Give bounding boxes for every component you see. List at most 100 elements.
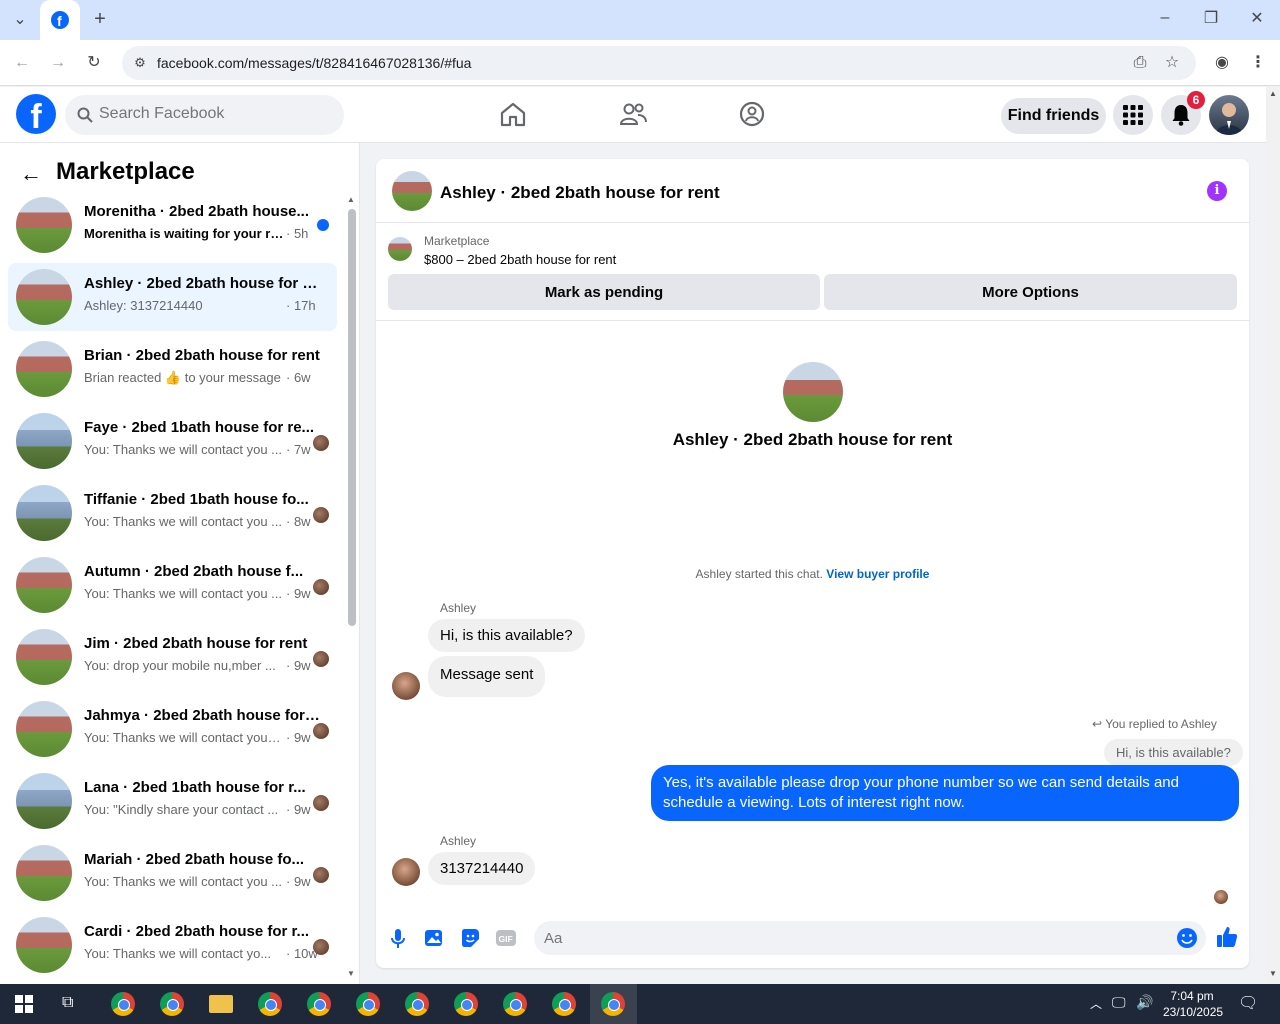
chrome-taskbar-icon[interactable] <box>601 992 625 1016</box>
conversation-item[interactable]: Autumn · 2bed 2bath house f... You: Thank… <box>8 551 337 619</box>
install-app-icon[interactable]: ⎙ <box>1130 53 1150 73</box>
facebook-logo-icon[interactable]: f <box>16 94 56 136</box>
conversation-item[interactable]: Brian · 2bed 2bath house for rent Brian r… <box>8 335 337 403</box>
chrome-taskbar-icon[interactable] <box>111 992 135 1016</box>
conversation-time: · 9w <box>286 802 311 817</box>
photo-icon[interactable] <box>423 927 445 949</box>
listing-small-thumbnail[interactable] <box>388 237 412 261</box>
chrome-taskbar-icon[interactable] <box>307 992 331 1016</box>
conversation-title: Ashley · 2bed 2bath house for re... <box>84 275 320 292</box>
conversation-preview: You: drop your mobile nu,mber ... <box>84 658 276 673</box>
conversation-item[interactable]: Faye · 2bed 1bath house for re... You: Th… <box>8 407 337 475</box>
windows-start-icon[interactable] <box>15 995 33 1013</box>
started-text: Ashley started this chat. <box>695 567 823 581</box>
emoji-icon[interactable] <box>1176 927 1198 949</box>
microphone-icon[interactable] <box>387 927 409 949</box>
address-bar[interactable]: ⚙ facebook.com/messages/t/82841646702813… <box>122 46 1196 80</box>
bookmark-star-icon[interactable]: ☆ <box>1162 53 1182 73</box>
chrome-taskbar-icon[interactable] <box>454 992 478 1016</box>
site-info-icon[interactable]: ⚙ <box>130 53 150 73</box>
chrome-taskbar-icon[interactable] <box>552 992 576 1016</box>
listing-thumbnail <box>16 773 72 829</box>
conversation-time: · 9w <box>286 658 311 673</box>
conversation-preview: Ashley: 3137214440 <box>84 298 203 313</box>
window-minimize-icon[interactable]: – <box>1155 8 1175 28</box>
incoming-message[interactable]: 3137214440 <box>428 852 536 885</box>
back-arrow-icon[interactable]: ← <box>20 161 42 187</box>
sender-avatar[interactable] <box>392 672 420 700</box>
window-restore-icon[interactable]: ❐ <box>1201 9 1221 29</box>
forward-arrow-icon[interactable]: → <box>48 53 68 73</box>
profile-icon[interactable]: ◉ <box>1211 53 1233 73</box>
friends-icon[interactable] <box>618 99 648 129</box>
reload-icon[interactable]: ↻ <box>84 53 104 73</box>
clock[interactable]: 7:04 pm 23/10/2025 <box>1163 988 1223 1020</box>
url-text: facebook.com/messages/t/828416467028136/… <box>157 55 472 71</box>
conversation-item[interactable]: Jim · 2bed 2bath house for rent You: drop… <box>8 623 337 691</box>
conversation-item[interactable]: Mariah · 2bed 2bath house fo... You: Than… <box>8 839 337 907</box>
gif-icon[interactable]: GIF <box>495 927 517 949</box>
notification-center-icon[interactable]: 🗨 <box>1238 993 1258 1013</box>
conversation-item[interactable]: Ashley · 2bed 2bath house for re... Ashle… <box>8 263 337 331</box>
listing-thumbnail <box>16 917 72 973</box>
conversation-preview: You: Thanks we will contact you so... <box>84 730 284 745</box>
more-options-button[interactable]: More Options <box>824 274 1237 310</box>
conversation-time: · 17h <box>286 298 316 313</box>
find-friends-button[interactable]: Find friends <box>1001 98 1106 134</box>
unread-dot-icon <box>317 219 329 231</box>
conversation-time: · 6w <box>286 370 311 385</box>
outgoing-message[interactable]: Yes, it's available please drop your pho… <box>651 765 1239 821</box>
conversation-item[interactable]: Tiffanie · 2bed 1bath house fo... You: Th… <box>8 479 337 547</box>
conversation-list-scrollbar[interactable] <box>348 209 356 626</box>
sender-avatar[interactable] <box>392 858 420 886</box>
chat-title[interactable]: Ashley · 2bed 2bath house for rent <box>440 183 720 203</box>
page-scroll-up-icon[interactable]: ▲ <box>1269 89 1277 98</box>
listing-thumbnail <box>16 701 72 757</box>
browser-tab-facebook[interactable]: f <box>40 0 80 40</box>
tab-search-chevron-icon[interactable]: ⌄ <box>10 10 30 30</box>
chrome-taskbar-icon[interactable] <box>503 992 527 1016</box>
mark-pending-button[interactable]: Mark as pending <box>388 274 820 310</box>
new-tab-plus-icon[interactable]: + <box>89 9 111 29</box>
scroll-down-arrow-icon[interactable]: ▼ <box>347 969 355 978</box>
browser-menu-icon[interactable]: ⋮ <box>1248 53 1268 73</box>
search-input[interactable] <box>99 105 329 123</box>
chrome-taskbar-icon[interactable] <box>160 992 184 1016</box>
page-scrollbar[interactable]: ▲ ▼ <box>1266 87 1280 984</box>
view-buyer-profile-link[interactable]: View buyer profile <box>826 567 929 581</box>
chrome-taskbar-icon[interactable] <box>405 992 429 1016</box>
seen-indicator-avatar <box>1214 890 1228 904</box>
conversation-item[interactable]: Lana · 2bed 1bath house for r... You: "Ki… <box>8 767 337 835</box>
conversation-item[interactable]: Jahmya · 2bed 2bath house for r... You: T… <box>8 695 337 763</box>
info-icon[interactable]: i <box>1207 181 1227 201</box>
listing-price[interactable]: $800 – 2bed 2bath house for rent <box>424 252 616 267</box>
back-arrow-icon[interactable]: ← <box>12 53 32 73</box>
chrome-taskbar-icon[interactable] <box>258 992 282 1016</box>
sticker-icon[interactable] <box>459 927 481 949</box>
listing-thumbnail[interactable] <box>392 171 432 211</box>
conversation-title: Morenitha · 2bed 2bath house... <box>84 203 310 220</box>
page-scroll-down-icon[interactable]: ▼ <box>1269 969 1277 978</box>
chrome-taskbar-icon[interactable] <box>356 992 380 1016</box>
account-avatar[interactable] <box>1209 95 1249 135</box>
conversation-item[interactable]: Cardi · 2bed 2bath house for r... You: Th… <box>8 911 337 979</box>
conversation-title: Ashley · 2bed 2bath house for rent <box>672 430 953 449</box>
search-box[interactable] <box>65 95 344 135</box>
conversation-item[interactable]: Morenitha · 2bed 2bath house... Morenitha… <box>8 191 337 259</box>
network-icon[interactable]: 🖵 <box>1112 994 1126 1011</box>
like-thumbs-up-icon[interactable] <box>1215 925 1239 949</box>
scroll-up-arrow-icon[interactable]: ▲ <box>347 195 355 204</box>
incoming-message[interactable]: Message sent <box>428 656 546 697</box>
incoming-message[interactable]: Hi, is this available? <box>428 619 585 652</box>
quoted-message[interactable]: Hi, is this available? <box>1104 739 1243 766</box>
groups-icon[interactable] <box>737 99 767 129</box>
message-input[interactable] <box>534 921 1206 955</box>
volume-icon[interactable]: 🔊 <box>1136 994 1153 1011</box>
home-icon[interactable] <box>498 99 528 129</box>
reply-arrow-icon: ↩ <box>1092 717 1103 731</box>
menu-grid-button[interactable] <box>1113 95 1153 135</box>
window-close-icon[interactable]: ✕ <box>1247 9 1267 29</box>
task-view-icon[interactable]: ⧉ <box>62 994 73 1012</box>
tray-chevron-up-icon[interactable]: ︿ <box>1090 995 1102 1012</box>
file-explorer-icon[interactable] <box>209 995 233 1013</box>
